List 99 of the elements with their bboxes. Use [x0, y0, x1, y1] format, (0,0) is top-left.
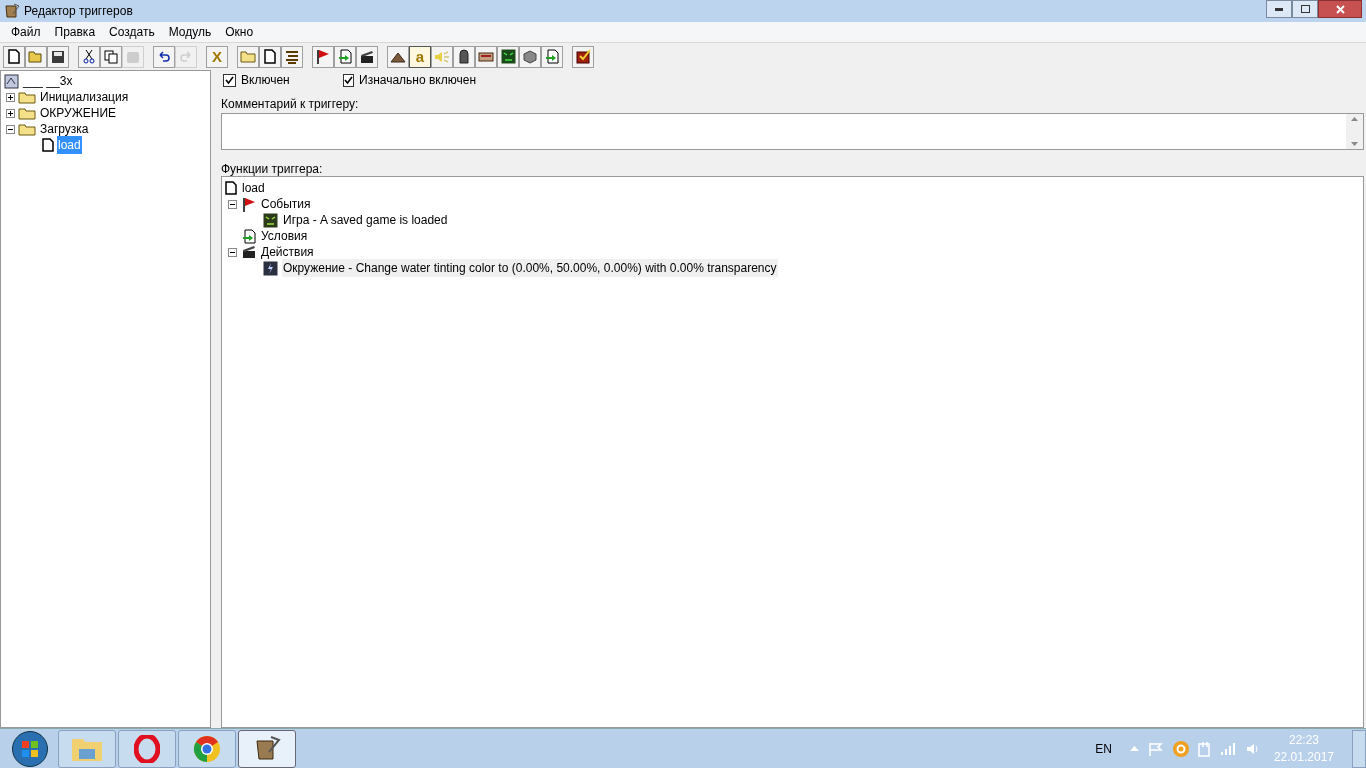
monster-face-icon: [263, 212, 278, 228]
lines-icon: [285, 49, 299, 64]
toolbar-button[interactable]: [387, 45, 409, 68]
expand-icon[interactable]: [6, 108, 15, 118]
toolbar-button[interactable]: [519, 45, 541, 68]
tree-item[interactable]: load: [242, 179, 265, 197]
cube-icon: [523, 49, 537, 64]
page-icon: [42, 138, 54, 152]
toolbar-button[interactable]: X: [206, 45, 228, 68]
undo-icon: [157, 50, 171, 63]
menu-item[interactable]: Файл: [4, 23, 48, 41]
tree-item[interactable]: Игра - A saved game is loaded: [282, 211, 449, 229]
language-indicator[interactable]: EN: [1095, 739, 1112, 758]
toolbar-button[interactable]: a: [409, 45, 431, 68]
page-icon: [8, 49, 20, 64]
toolbar-button[interactable]: [78, 45, 100, 68]
toolbar-button[interactable]: [475, 45, 497, 68]
checkbox[interactable]: [343, 73, 354, 87]
copy-icon: [104, 49, 118, 64]
toolbar-button[interactable]: [356, 45, 378, 68]
scroll-down-icon[interactable]: [1351, 142, 1358, 146]
page-icon: [264, 49, 276, 64]
collapse-icon[interactable]: [228, 199, 237, 209]
toolbar-button[interactable]: [47, 45, 69, 68]
toolbar-button[interactable]: [572, 45, 594, 68]
scroll-up-icon[interactable]: [1351, 117, 1358, 121]
windows-logo-icon: [21, 739, 39, 758]
tree-item[interactable]: ОКРУЖЕНИЕ: [39, 104, 118, 122]
date-text: 22.01.2017: [1273, 748, 1334, 766]
folder-icon: [18, 106, 36, 120]
toolbar-button[interactable]: [453, 45, 475, 68]
clapperboard-icon: [360, 49, 374, 64]
lightning-icon: [263, 260, 278, 276]
menu-item[interactable]: Модуль: [161, 23, 219, 41]
window-title: Редактор триггеров: [24, 3, 133, 20]
minimize-icon: [1275, 7, 1283, 11]
page-arrow-icon: [242, 228, 256, 244]
browser-logo-icon: [193, 734, 221, 763]
page-arrow-icon: [338, 49, 352, 64]
floppy-icon: [51, 49, 65, 64]
scroll-icon: [4, 3, 20, 19]
tree-item[interactable]: ___ __3x: [23, 72, 73, 90]
open-folder-icon: [28, 50, 44, 63]
comment-field[interactable]: [221, 113, 1364, 150]
toolbar-button[interactable]: [3, 45, 25, 68]
panel-icon: [478, 51, 494, 62]
tree-item[interactable]: События: [261, 195, 311, 213]
map-icon: [4, 73, 19, 89]
close-icon: [1335, 4, 1345, 14]
toolbar-button[interactable]: [100, 45, 122, 68]
tree-item[interactable]: Инициализация: [39, 88, 130, 106]
tree-item[interactable]: Действия: [261, 243, 314, 261]
folder-icon: [18, 122, 36, 136]
menu-item[interactable]: Окно: [218, 23, 261, 41]
taskbar-app-button[interactable]: [178, 729, 236, 768]
expand-icon[interactable]: [6, 92, 15, 102]
clipboard-icon: [126, 49, 140, 64]
tree-item[interactable]: Загрузка: [39, 120, 90, 138]
checkbox-label: Включен: [241, 72, 290, 89]
menu-item[interactable]: Создать: [102, 23, 162, 41]
monster-face-icon: [500, 49, 516, 64]
start-button[interactable]: [12, 730, 48, 767]
toolbar-button[interactable]: [153, 45, 175, 68]
comment-label: Комментарий к триггеру:: [221, 96, 360, 110]
flag-icon: [242, 196, 256, 212]
mountain-icon: [390, 50, 406, 63]
functions-label: Функции триггера:: [221, 161, 324, 175]
tree-item[interactable]: Окружение - Change water tinting color to (0.00%, 50.00%, 0.00%) with 0.00% transparency: [282, 259, 778, 277]
page-icon: [225, 181, 237, 195]
taskbar-app-button[interactable]: [118, 729, 176, 768]
speaker-icon: [434, 49, 450, 64]
flag-icon: [316, 49, 330, 64]
clapperboard-icon: [242, 245, 256, 259]
statue-icon: [458, 49, 470, 64]
toolbar-button[interactable]: [259, 45, 281, 68]
folder-icon: [18, 90, 36, 104]
maximize-button[interactable]: [1292, 0, 1318, 18]
close-button[interactable]: [1318, 0, 1362, 18]
toolbar-button[interactable]: [497, 45, 519, 68]
time-text: 22:23: [1288, 731, 1319, 749]
collapse-icon[interactable]: [6, 124, 15, 134]
tree-item[interactable]: Условия: [261, 227, 308, 245]
taskbar-app-button[interactable]: [238, 729, 296, 768]
redo-icon: [179, 50, 193, 63]
minimize-button[interactable]: [1266, 0, 1292, 18]
page-arrow-icon: [545, 49, 559, 64]
checkbox-label: Изначально включен: [359, 72, 477, 89]
folder-icon: [240, 50, 256, 63]
toolbar-button[interactable]: [312, 45, 334, 68]
checkbox[interactable]: [223, 73, 236, 87]
collapse-icon[interactable]: [228, 247, 237, 257]
menu-item[interactable]: Правка: [47, 23, 103, 41]
checklist-icon: [575, 49, 591, 64]
scroll-icon: [253, 734, 281, 763]
toolbar-button[interactable]: [281, 45, 303, 68]
scissors-icon: [83, 49, 95, 64]
scrollbar[interactable]: [1346, 114, 1363, 149]
ring-logo-icon: [134, 734, 160, 763]
maximize-icon: [1300, 5, 1310, 13]
